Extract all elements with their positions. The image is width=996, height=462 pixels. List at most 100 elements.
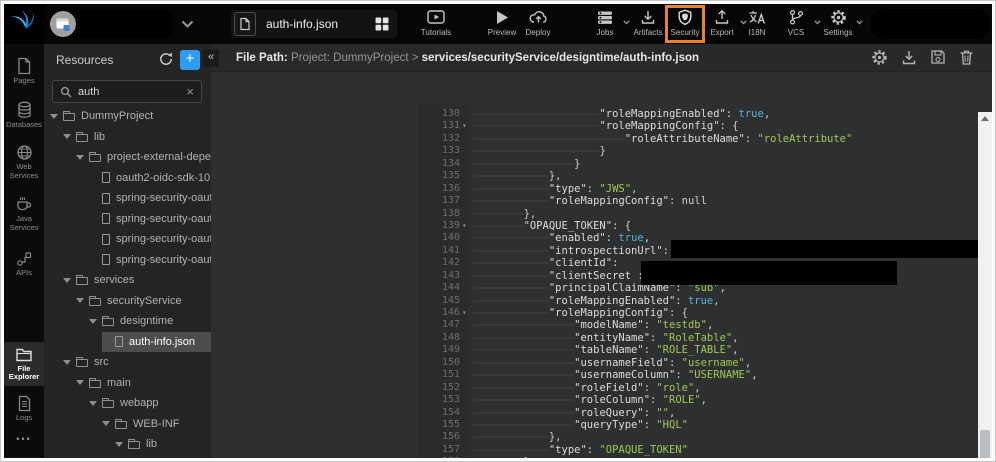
download-file-icon[interactable] xyxy=(901,49,917,66)
line-number: 153 xyxy=(418,394,460,406)
tree-item-label: oauth2-oidc-sdk-10 xyxy=(116,172,210,184)
tree-item-auth-info-json[interactable]: auth-info.json xyxy=(44,332,211,353)
security-shield-icon xyxy=(677,9,693,26)
sidebar-item-databases[interactable]: Databases xyxy=(4,96,44,134)
sidebar-item-web-services[interactable]: Web Services xyxy=(4,139,44,184)
file-tree: DummyProjectlibproject-external-dependoa… xyxy=(44,106,211,458)
line-number: 146 xyxy=(418,307,460,319)
tree-item-lib[interactable]: lib xyxy=(44,434,211,455)
tree-item-spring-security-oaut[interactable]: spring-security-oaut xyxy=(44,229,211,250)
java-services-label: Java Services xyxy=(5,215,43,232)
save-file-icon[interactable] xyxy=(930,49,946,66)
tree-item-web-inf[interactable]: WEB-INF xyxy=(44,414,211,435)
code-line: 158 } xyxy=(418,456,978,458)
collapse-panel-button[interactable]: « xyxy=(203,49,219,67)
code-line: 133 } xyxy=(418,145,978,157)
sidebar-item-apis[interactable]: APIs xyxy=(4,246,44,282)
vcs-button[interactable]: VCS xyxy=(774,8,818,42)
expand-caret-icon[interactable] xyxy=(76,380,84,385)
tree-item-src[interactable]: src xyxy=(44,352,211,373)
app-logo[interactable] xyxy=(4,4,44,44)
tree-item-label: auth-info.json xyxy=(129,336,195,348)
tree-item-lib[interactable]: lib xyxy=(44,127,211,148)
scroll-up-icon[interactable] xyxy=(981,116,989,121)
expand-caret-icon[interactable] xyxy=(76,298,84,303)
tree-item-main[interactable]: main xyxy=(44,373,211,394)
settings-button[interactable]: Settings xyxy=(816,8,860,42)
sidebar-item-pages[interactable]: Pages xyxy=(4,52,44,90)
search-clear-icon[interactable]: × xyxy=(186,84,194,99)
refresh-icon[interactable] xyxy=(158,51,174,67)
tree-item-label: designtime xyxy=(120,315,173,327)
expand-caret-icon[interactable] xyxy=(50,114,58,119)
line-number: 131 xyxy=(418,120,460,132)
expand-caret-icon[interactable] xyxy=(76,155,84,160)
add-resource-button[interactable]: + xyxy=(180,50,200,70)
code-line: 154 "roleQuery": "", xyxy=(418,407,978,419)
tree-item-project-external-depend[interactable]: project-external-depend xyxy=(44,147,211,168)
expand-caret-icon[interactable] xyxy=(89,401,97,406)
line-number: 138 xyxy=(418,208,460,220)
fold-marker-icon[interactable]: ▾ xyxy=(462,307,470,319)
tree-item-services[interactable]: services xyxy=(44,270,211,291)
expand-caret-icon[interactable] xyxy=(63,360,71,365)
tree-item-webapp[interactable]: webapp xyxy=(44,393,211,414)
sidebar-more-button[interactable]: ••• xyxy=(4,434,44,444)
security-label: Security xyxy=(671,28,700,37)
file-path-bar: File Path: Project: DummyProject > servi… xyxy=(211,44,992,72)
tree-item-designtime[interactable]: designtime xyxy=(44,311,211,332)
tree-item-oauth2-oidc[interactable]: oauth2-oidc xyxy=(44,455,211,459)
code-line: 152 "roleField": "role", xyxy=(418,382,978,394)
fold-marker-icon[interactable]: ▾ xyxy=(462,120,470,132)
fold-marker-icon[interactable]: ▾ xyxy=(462,220,470,232)
ide-window: auth-info.json Tutorials Preview xyxy=(0,0,996,462)
tree-item-spring-security-oaut[interactable]: spring-security-oaut xyxy=(44,188,211,209)
expand-caret-icon[interactable] xyxy=(63,134,71,139)
deploy-button[interactable]: Deploy xyxy=(516,8,560,42)
line-number: 154 xyxy=(418,407,460,419)
scrollbar-thumb[interactable] xyxy=(980,430,990,458)
expand-caret-icon[interactable] xyxy=(115,442,123,447)
tutorials-button[interactable]: Tutorials xyxy=(414,8,458,42)
jobs-button[interactable]: Jobs xyxy=(583,8,627,42)
project-chevron-down-icon[interactable] xyxy=(181,20,194,29)
line-number: 137 xyxy=(418,195,460,207)
code-line: 150 "usernameField": "username", xyxy=(418,357,978,369)
file-icon xyxy=(102,254,110,265)
vcs-branch-icon xyxy=(788,9,805,26)
settings-chevron-down-icon[interactable] xyxy=(856,20,863,25)
project-avatar[interactable] xyxy=(50,11,76,37)
folder-icon xyxy=(89,154,101,162)
tree-item-dummyproject[interactable]: DummyProject xyxy=(44,106,211,127)
file-settings-gear-icon[interactable] xyxy=(871,49,888,66)
tree-item-oauth2-oidc-sdk-10[interactable]: oauth2-oidc-sdk-10 xyxy=(44,168,211,189)
expand-caret-icon[interactable] xyxy=(89,319,97,324)
code-line: 153 "roleColumn": "ROLE", xyxy=(418,394,978,406)
sidebar-item-java-services[interactable]: Java Services xyxy=(4,190,44,236)
file-explorer-folder-icon xyxy=(15,347,33,363)
code-editor[interactable]: 130 "roleMappingEnabled": true,131▾ "rol… xyxy=(211,44,992,458)
top-bar: auth-info.json Tutorials Preview xyxy=(4,4,992,44)
i18n-button[interactable]: I18N xyxy=(735,8,779,42)
breadcrumb: File Path: Project: DummyProject > servi… xyxy=(236,52,699,64)
tree-item-securityservice[interactable]: securityService xyxy=(44,291,211,312)
web-services-label: Web Services xyxy=(5,163,43,180)
sidebar-item-file-explorer[interactable]: File Explorer xyxy=(4,342,44,386)
editor-scrollbar[interactable] xyxy=(978,112,992,458)
line-number: 150 xyxy=(418,357,460,369)
app-root: auth-info.json Tutorials Preview xyxy=(4,4,992,458)
wavemaker-logo-icon xyxy=(11,11,37,37)
sidebar-item-logs[interactable]: Logs xyxy=(4,390,44,427)
expand-caret-icon[interactable] xyxy=(102,421,110,426)
dashboard-grid-icon[interactable] xyxy=(375,17,389,31)
tree-item-spring-security-oaut[interactable]: spring-security-oaut xyxy=(44,209,211,230)
resources-search-input[interactable]: auth × xyxy=(52,80,202,103)
tree-item-spring-security-oaut[interactable]: spring-security-oaut xyxy=(44,250,211,271)
open-file-tab[interactable]: auth-info.json xyxy=(231,10,397,38)
code-line: 151 "usernameColumn": "USERNAME", xyxy=(418,369,978,381)
delete-file-trash-icon[interactable] xyxy=(959,49,974,66)
file-icon xyxy=(115,336,123,347)
databases-icon xyxy=(16,101,33,119)
expand-caret-icon[interactable] xyxy=(63,278,71,283)
code-line: 156 }, xyxy=(418,431,978,443)
